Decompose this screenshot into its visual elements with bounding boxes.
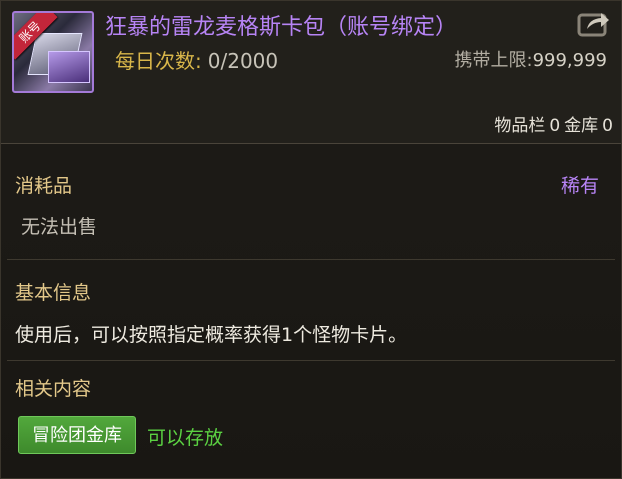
vault-count: 0 — [602, 116, 613, 136]
item-name: 狂暴的雷龙麦格斯卡包（账号绑定） — [105, 15, 458, 40]
storage-counts: 物品栏 0 金库 0 — [490, 111, 613, 136]
daily-uses-label: 每日次数: — [115, 49, 202, 73]
card-pack-icon: 账号 — [12, 11, 94, 93]
divider — [7, 259, 615, 260]
card-pack-back — [48, 51, 90, 83]
item-header: 账号 狂暴的雷龙麦格斯卡包（账号绑定） 每日次数: 0/2000 携带上限:999… — [1, 1, 621, 144]
carry-limit: 携带上限:999,999 — [454, 46, 607, 72]
item-tooltip-panel: 账号 狂暴的雷龙麦格斯卡包（账号绑定） 每日次数: 0/2000 携带上限:999… — [0, 0, 622, 479]
item-rarity: 稀有 — [560, 175, 599, 197]
vault-label: 金库 — [564, 116, 599, 136]
share-icon[interactable] — [577, 9, 611, 37]
carry-limit-label: 携带上限: — [454, 50, 533, 71]
storable-status: 可以存放 — [147, 427, 224, 449]
basic-info-heading: 基本信息 — [15, 282, 92, 304]
related-heading: 相关内容 — [15, 378, 92, 400]
item-description: 使用后，可以按照指定概率获得1个怪物卡片。 — [15, 324, 408, 346]
carry-limit-value: 999,999 — [532, 50, 607, 71]
adventure-vault-button[interactable]: 冒险团金库 — [18, 416, 136, 454]
inventory-label: 物品栏 — [494, 116, 546, 136]
daily-uses: 每日次数: 0/2000 — [115, 45, 278, 74]
item-type: 消耗品 — [15, 175, 73, 197]
inventory-count: 0 — [549, 116, 561, 136]
sell-status: 无法出售 — [21, 216, 98, 238]
divider — [7, 360, 615, 361]
daily-uses-value: 0/2000 — [207, 49, 279, 73]
